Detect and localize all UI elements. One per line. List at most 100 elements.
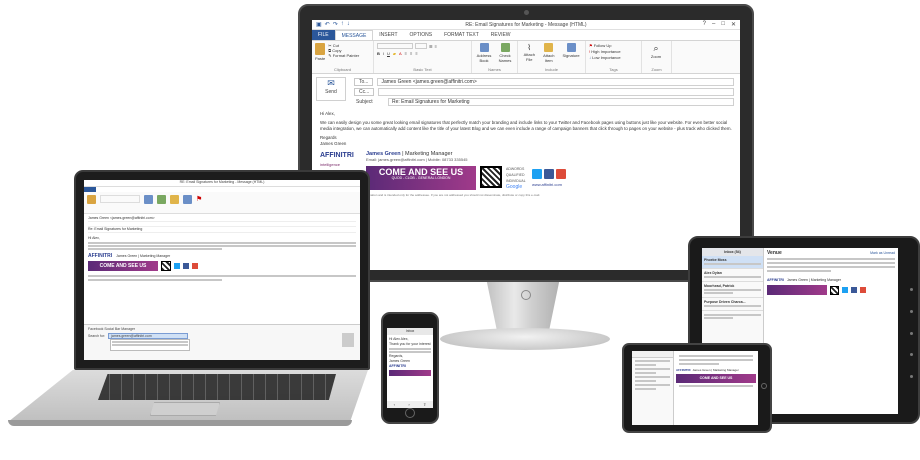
window-title: RE: Email Signatures for Marketing - Mes… [465,21,587,28]
to-button[interactable]: To... [354,78,374,86]
envelope-icon [544,43,554,52]
underline-button[interactable]: U [387,50,390,57]
tab-file[interactable]: FILE [312,30,335,40]
campaign-banner[interactable]: COME AND SEE US QUOD - CLOB - GENERAL LO… [366,166,476,190]
reply-icon[interactable] [909,288,913,291]
small-tablet-logo: AFFINITRI [676,368,691,372]
tablet-googleplus-icon[interactable] [860,287,866,293]
outlook-titlebar: ▣ ↶ ↷ ↑ ↓ RE: Email Signatures for Marke… [312,20,740,30]
send-button[interactable]: ✉ Send [316,77,346,101]
laptop-qr-code [161,261,171,271]
cc-button[interactable]: Cc... [354,88,375,96]
laptop-tab-file[interactable] [84,187,96,192]
help-icon[interactable]: ? [703,21,706,28]
signature-icon [566,43,576,52]
subject-field[interactable]: Re: Email Signatures for Marketing [388,98,734,106]
small-tablet-banner[interactable]: COME AND SEE US [676,374,756,383]
laptop-greeting: Hi Alex, [88,236,100,240]
small-tablet: AFFINITRI James Green | Marketing Manage… [622,343,772,433]
laptop-twitter-icon[interactable] [174,263,180,269]
include-group: ⌇ Attach File Attach Item Signature Inclu… [518,41,586,73]
tablet-banner[interactable] [767,285,827,295]
font-select[interactable] [377,43,413,49]
subject-row: Subject Re: Email Signatures for Marketi… [350,97,740,107]
mail-item[interactable]: Alex Dylan [702,269,763,282]
phone-toolbar: ‹ › ⇪ [387,401,433,408]
align-left-icon[interactable]: ≡ [405,50,407,57]
search-input[interactable]: james.green@affinitri.com [108,333,189,339]
to-field[interactable]: James Green <james.green@affinitri.com> [377,78,734,86]
tablet-twitter-icon[interactable] [842,287,848,293]
mail-item[interactable]: Purpose Driven Charca... [702,298,763,311]
laptop-signature-icon [183,195,192,204]
names-group: Address Book Check Names Names [472,41,518,73]
laptop-banner[interactable]: COME AND SEE US [88,261,158,271]
tab-format-text[interactable]: FORMAT TEXT [438,30,485,40]
tab-insert[interactable]: INSERT [373,30,403,40]
laptop-subject-field[interactable]: Re: Email Signatures for Marketing [88,227,356,233]
laptop-facebook-icon[interactable] [183,263,189,269]
email-signature: AFFINITRI intelligence James Green | Mar… [320,151,732,190]
mail-item[interactable]: Phoebe Moss [702,256,763,269]
tab-review[interactable]: REVIEW [485,30,517,40]
laptop-googleplus-icon[interactable] [192,263,198,269]
group-label-basic-text: Basic Text [413,67,432,72]
group-label-names: Names [488,67,501,72]
tab-options[interactable]: OPTIONS [404,30,439,40]
greeting: Hi Alex, [320,111,335,116]
small-tablet-home-button[interactable] [761,383,767,389]
mail-item[interactable]: Moorhead, Patrick [702,282,763,298]
folder-icon[interactable] [909,353,913,357]
laptop-attach-icon [170,195,179,204]
phone-home-button[interactable] [405,408,415,418]
closing-name: James Green [320,141,347,146]
magnifier-icon: ⌕ [653,43,659,53]
facebook-icon[interactable] [544,169,554,179]
laptop-signature-name: James Green | Marketing Manager [116,254,171,258]
subject-label: Subject [356,99,373,105]
phone-banner[interactable] [389,370,431,376]
tablet-logo: AFFINITRI [767,278,784,282]
body-paragraph: We can easily design you some great look… [320,120,732,131]
mail-item[interactable] [702,311,763,322]
italic-button[interactable]: I [383,50,384,57]
send-envelope-icon: ✉ [327,78,335,88]
back-icon[interactable]: ‹ [394,402,395,407]
mark-unread-link[interactable]: Mark as Unread [870,251,895,256]
highlight-icon[interactable]: ▰ [393,50,396,57]
phone-header: Inbox [387,328,433,335]
font-size-select[interactable] [415,43,427,49]
tablet-subject: Venue [767,250,782,256]
minimize-icon[interactable]: – [712,21,715,28]
twitter-icon[interactable] [532,169,542,179]
paste-icon [315,43,326,55]
tablet-inbox-tab[interactable]: Inbox (54) [702,248,763,256]
low-importance-button[interactable]: ↓ Low Importance [589,55,621,61]
trash-icon[interactable] [909,331,913,335]
forward-icon[interactable]: › [408,402,409,407]
format-painter-button[interactable]: ✎ Format Painter [328,53,359,58]
disclaimer: This email contains confidential informa… [320,193,541,197]
message-body[interactable]: Hi Alex, We can easily design you some g… [312,107,740,201]
compose-icon[interactable] [909,375,913,378]
qr-code [480,166,502,188]
forward-icon[interactable] [909,309,913,313]
check-names-icon [500,43,510,52]
bullets-icon[interactable]: ☰ [429,43,433,50]
tablet-facebook-icon[interactable] [851,287,857,293]
googleplus-icon[interactable] [556,169,566,179]
close-icon[interactable]: ✕ [731,21,736,28]
compose-header: ✉ Send To... James Green <james.green@af… [312,74,740,107]
bold-button[interactable]: B [377,50,380,57]
font-color-icon[interactable]: A [399,50,402,57]
maximize-icon[interactable]: □ [721,21,725,28]
tab-message[interactable]: MESSAGE [334,30,374,40]
website-link[interactable]: www.affinitri.com [532,182,566,188]
share-icon[interactable]: ⇪ [423,402,426,407]
cc-field[interactable] [378,88,734,96]
numbering-icon[interactable]: ≡ [435,43,437,50]
align-right-icon[interactable]: ≡ [415,50,417,57]
clipboard-group: Paste ✂ Cut ⧉ Copy ✎ Format Painter Clip… [312,41,374,73]
down-arrow-icon: ↓ [589,55,591,60]
align-center-icon[interactable]: ≡ [410,50,412,57]
